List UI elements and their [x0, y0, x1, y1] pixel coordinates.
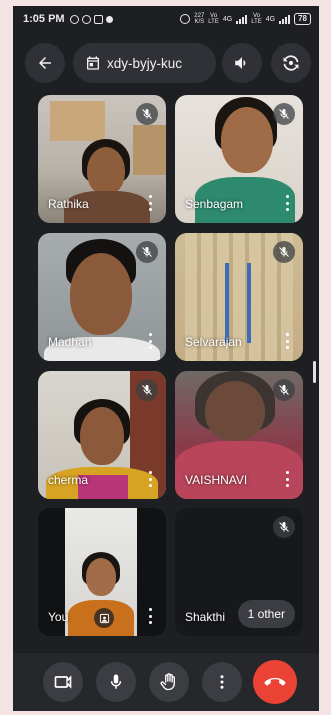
more-options-icon[interactable] — [281, 471, 293, 487]
effects-icon[interactable] — [94, 608, 114, 628]
more-options-icon[interactable] — [281, 195, 293, 211]
end-call-button[interactable] — [253, 660, 297, 704]
meeting-info-button[interactable]: xdy-byjy-kuc — [73, 43, 216, 83]
network-type-1: 4G — [222, 15, 233, 23]
more-options-icon[interactable] — [144, 195, 156, 211]
status-bar: 1:05 PM 227 K/S Vo LTE 4G Vo LTE 4G 78 — [13, 6, 319, 32]
camera-switch-icon — [283, 55, 299, 71]
mic-off-icon — [136, 103, 158, 125]
participant-name: VAISHNAVI — [185, 473, 248, 487]
call-controls — [13, 653, 319, 711]
camera-toggle-button[interactable] — [43, 662, 83, 702]
signal-icon — [236, 14, 248, 24]
participant-tile-cherma[interactable]: cherma — [38, 371, 166, 499]
meeting-header: xdy-byjy-kuc — [13, 43, 319, 85]
back-button[interactable] — [25, 43, 65, 83]
switch-camera-button[interactable] — [271, 43, 311, 83]
mic-off-icon — [273, 516, 295, 538]
meeting-code: xdy-byjy-kuc — [107, 55, 183, 71]
battery-icon: 78 — [294, 13, 311, 25]
more-options-icon[interactable] — [144, 608, 156, 624]
participant-name: cherma — [48, 473, 89, 487]
participant-name: Shakthi — [185, 610, 226, 624]
mic-off-icon — [136, 379, 158, 401]
phone-screen: 1:05 PM 227 K/S Vo LTE 4G Vo LTE 4G 78 x… — [13, 6, 319, 711]
cardboard-box — [133, 125, 166, 175]
participant-tile-self[interactable]: You — [38, 508, 166, 636]
mic-off-icon — [273, 379, 295, 401]
more-options-button[interactable] — [202, 662, 242, 702]
mic-off-icon — [273, 103, 295, 125]
raise-hand-icon — [160, 673, 175, 691]
participant-name: Senbagam — [185, 197, 244, 211]
participant-name: You — [48, 610, 69, 624]
microphone-toggle-button[interactable] — [96, 662, 136, 702]
arrow-left-icon — [39, 57, 51, 69]
more-options-icon[interactable] — [281, 333, 293, 349]
status-time: 1:05 PM — [23, 13, 65, 25]
notification-icon — [69, 14, 79, 24]
end-call-icon — [264, 677, 286, 686]
speaker-button[interactable] — [222, 43, 262, 83]
more-options-icon[interactable] — [144, 471, 156, 487]
more-options-icon[interactable] — [144, 333, 156, 349]
scrollbar[interactable] — [313, 361, 316, 383]
calendar-icon — [87, 56, 99, 70]
participant-tile-madhan[interactable]: Madhan — [38, 233, 166, 361]
volume-icon — [235, 57, 246, 69]
raise-hand-button[interactable] — [149, 662, 189, 702]
participant-name: Selvarajan — [185, 335, 242, 349]
more-vertical-icon — [220, 675, 224, 689]
lanyard — [247, 263, 251, 343]
app-notification-icon — [93, 14, 103, 24]
lte-label-2: LTE — [251, 19, 262, 25]
network-type-2: 4G — [265, 15, 276, 23]
lanyard — [225, 263, 229, 343]
participant-tile-vaishnavi[interactable]: VAISHNAVI — [175, 371, 303, 499]
microphone-icon — [110, 674, 122, 689]
participant-tile-senbagam[interactable]: Senbagam — [175, 95, 303, 223]
participant-name: Rathika — [48, 197, 89, 211]
participant-tile-selvarajan[interactable]: Selvarajan — [175, 233, 303, 361]
participant-tile-rathika[interactable]: Rathika — [38, 95, 166, 223]
recording-dot-icon — [105, 15, 113, 23]
mic-off-icon — [136, 241, 158, 263]
net-speed-unit: K/S — [194, 19, 205, 25]
other-participants-button[interactable]: 1 other — [237, 600, 295, 628]
video-camera-icon — [54, 675, 72, 689]
whatsapp-icon — [81, 14, 91, 24]
participant-name: Madhan — [48, 335, 92, 349]
participant-tile-shakthi[interactable]: Shakthi 1 other — [175, 508, 303, 636]
lte-label: LTE — [208, 19, 219, 25]
cardboard-box — [50, 101, 105, 141]
signal-icon-2 — [279, 14, 291, 24]
alarm-icon — [180, 14, 191, 24]
mic-off-icon — [273, 241, 295, 263]
